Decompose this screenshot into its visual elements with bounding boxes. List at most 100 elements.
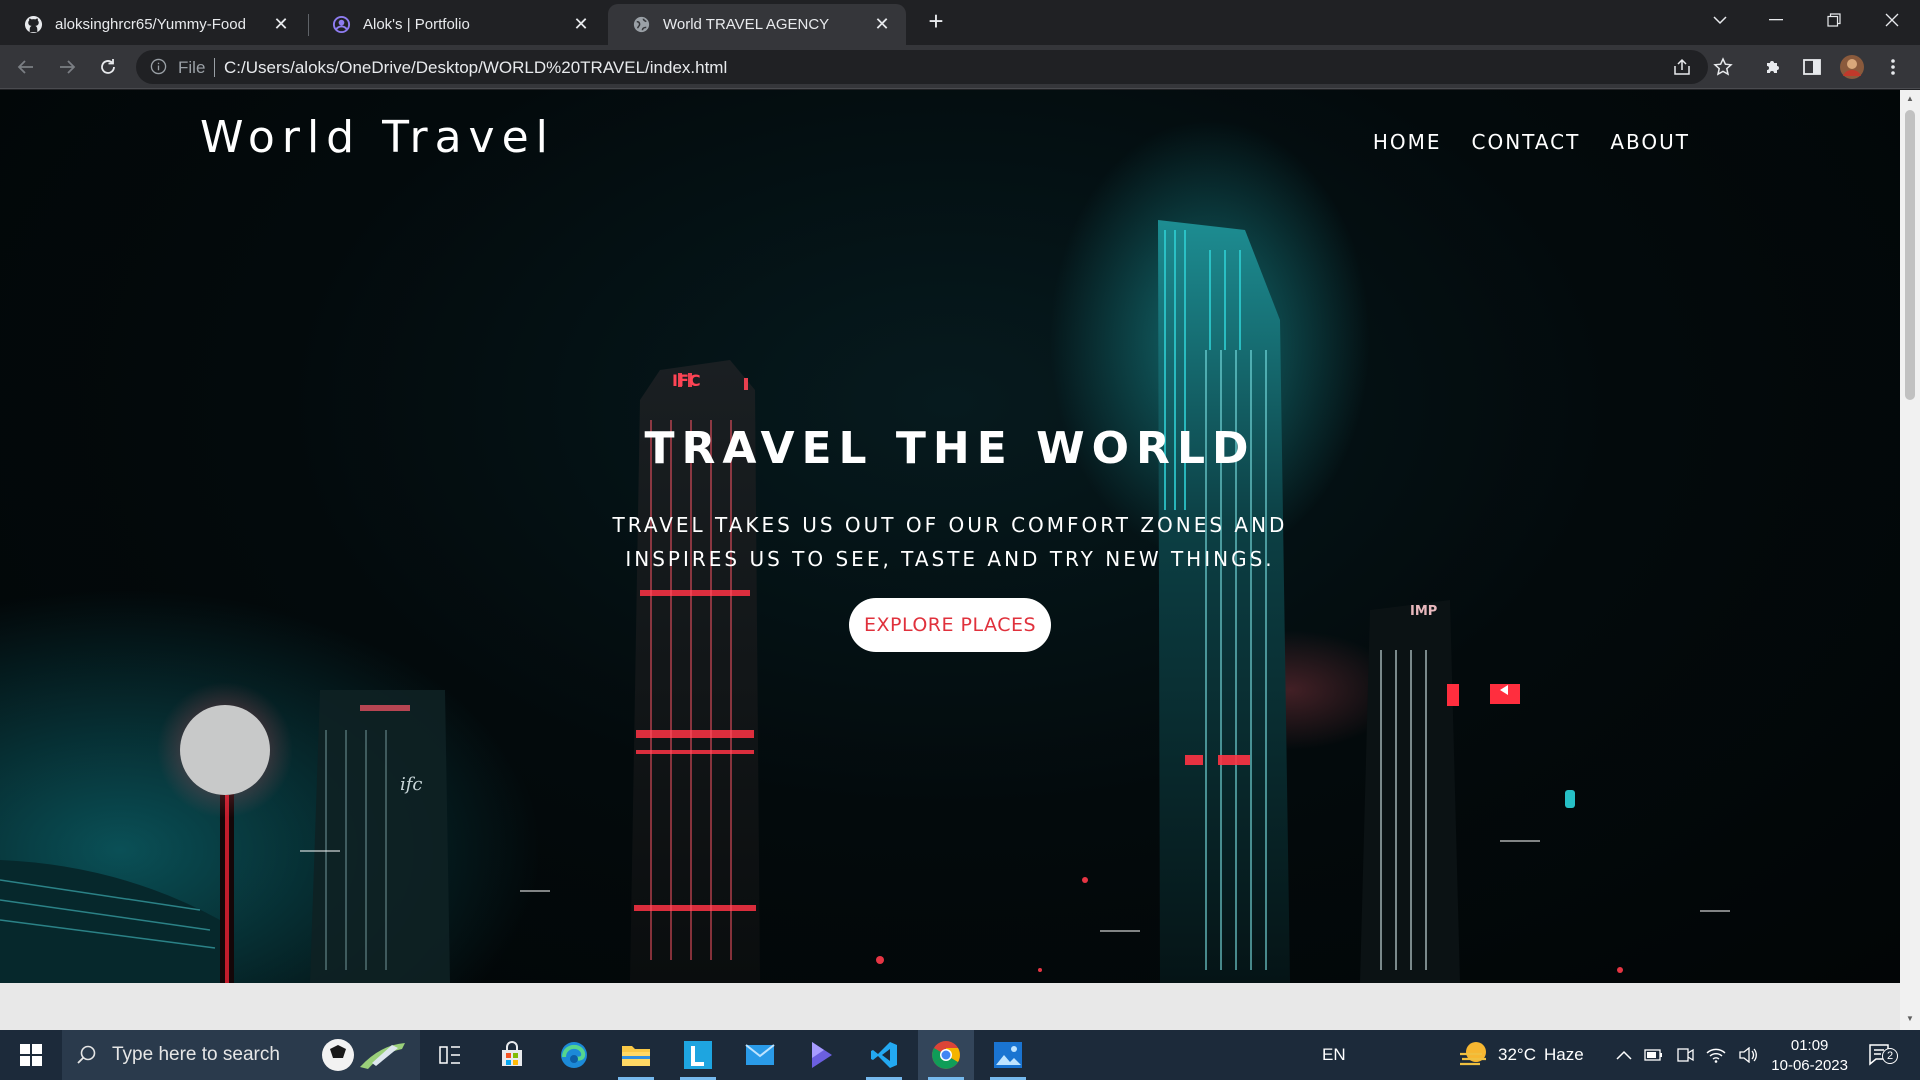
clock-time: 01:09 xyxy=(1790,1037,1829,1054)
taskbar-chrome[interactable] xyxy=(918,1030,974,1080)
imp-sign: IMP xyxy=(1410,604,1437,619)
profile-avatar[interactable] xyxy=(1838,53,1866,81)
chrome-icon xyxy=(932,1041,960,1069)
puzzle-icon xyxy=(1767,61,1779,73)
nav-about-link[interactable]: ABOUT xyxy=(1610,130,1690,154)
restore-icon xyxy=(1827,13,1841,27)
photos-icon xyxy=(994,1042,1022,1068)
store-icon xyxy=(502,1041,522,1066)
url-text[interactable]: C:/Users/aloks/OneDrive/Desktop/WORLD%20… xyxy=(224,58,727,78)
info-icon[interactable] xyxy=(150,58,167,80)
taskbar-photos[interactable] xyxy=(980,1030,1036,1080)
tagline-line-2: INSPIRES US TO SEE, TASTE AND TRY NEW TH… xyxy=(625,547,1275,571)
windows-icon xyxy=(20,1044,42,1066)
scroll-up-arrow-icon[interactable]: ▲ xyxy=(1905,94,1915,104)
reload-icon xyxy=(101,59,115,74)
scroll-down-arrow-icon[interactable]: ▼ xyxy=(1905,1014,1915,1024)
weather-condition: Haze xyxy=(1543,1045,1584,1064)
tab-title: World TRAVEL AGENCY xyxy=(663,16,830,33)
minimize-icon xyxy=(1769,19,1783,21)
chevron-up-icon[interactable] xyxy=(1616,1050,1632,1060)
taskbar-l-app[interactable] xyxy=(670,1030,726,1080)
language-indicator[interactable]: EN xyxy=(1322,1030,1346,1080)
meet-camera-icon[interactable] xyxy=(1676,1046,1694,1064)
bookmark-button[interactable] xyxy=(1709,53,1737,81)
address-bar[interactable]: File C:/Users/aloks/OneDrive/Desktop/WOR… xyxy=(136,50,1708,84)
l-app-icon xyxy=(684,1041,712,1069)
tab-portfolio[interactable]: Alok's | Portfolio ✕ xyxy=(308,4,605,45)
tab-yummy-food[interactable]: aloksinghrcr65/Yummy-Food ✕ xyxy=(0,4,305,45)
new-tab-button[interactable]: + xyxy=(922,8,950,36)
taskbar-clock[interactable]: 01:09 10-06-2023 xyxy=(1771,1036,1848,1076)
nav-contact-link[interactable]: CONTACT xyxy=(1472,130,1581,154)
folder-icon xyxy=(622,1046,650,1066)
tab-world-travel[interactable]: World TRAVEL AGENCY ✕ xyxy=(608,4,906,45)
system-tray xyxy=(1616,1030,1758,1080)
main-nav: HOME CONTACT ABOUT xyxy=(1373,130,1690,154)
scheme-label: File xyxy=(178,58,206,77)
minimize-button[interactable] xyxy=(1748,0,1804,40)
divider xyxy=(214,58,215,77)
close-icon[interactable]: ✕ xyxy=(571,14,591,35)
menu-button[interactable] xyxy=(1879,53,1907,81)
taskbar-vscode[interactable] xyxy=(856,1030,912,1080)
weather-haze-icon xyxy=(1460,1042,1486,1066)
tab-search-button[interactable] xyxy=(1692,0,1748,40)
taskbar-file-explorer[interactable] xyxy=(608,1030,664,1080)
search-icon xyxy=(77,1045,96,1064)
side-panel-icon xyxy=(1803,59,1821,75)
share-icon xyxy=(1674,58,1690,75)
nav-home-link[interactable]: HOME xyxy=(1373,130,1442,154)
weather-temp: 32°C xyxy=(1498,1045,1536,1064)
tab-title: Alok's | Portfolio xyxy=(363,16,470,33)
wifi-icon[interactable] xyxy=(1706,1047,1726,1063)
scrollbar-thumb[interactable] xyxy=(1905,110,1915,400)
close-window-button[interactable] xyxy=(1864,0,1920,40)
side-panel-button[interactable] xyxy=(1798,53,1826,81)
hero-headline: TRAVEL THE WORLD xyxy=(644,423,1256,474)
arrow-left-icon xyxy=(17,60,33,74)
ifc-small-sign: ifc xyxy=(400,774,423,795)
vscode-icon xyxy=(871,1042,897,1068)
kebab-menu-icon xyxy=(1891,59,1895,75)
task-view-button[interactable] xyxy=(422,1030,478,1080)
battery-icon[interactable] xyxy=(1644,1048,1664,1062)
forward-button[interactable] xyxy=(53,53,81,81)
reload-button[interactable] xyxy=(94,53,122,81)
taskbar-search[interactable]: Type here to search xyxy=(62,1030,420,1080)
share-button[interactable] xyxy=(1668,53,1696,81)
notification-center-button[interactable]: 2 xyxy=(1868,1030,1898,1080)
star-icon xyxy=(1713,57,1733,76)
tab-title: aloksinghrcr65/Yummy-Food xyxy=(55,16,246,33)
extensions-button[interactable] xyxy=(1759,53,1787,81)
restore-button[interactable] xyxy=(1806,0,1862,40)
windows-taskbar: Type here to search EN 32°C Haze 01:09 1… xyxy=(0,1030,1920,1080)
tagline-line-1: TRAVEL TAKES US OUT OF OUR COMFORT ZONES… xyxy=(612,513,1288,537)
notification-badge: 2 xyxy=(1882,1048,1898,1064)
power-automate-icon xyxy=(812,1042,832,1068)
taskbar-store[interactable] xyxy=(484,1030,540,1080)
close-icon[interactable]: ✕ xyxy=(872,14,892,35)
hero-tagline: TRAVEL TAKES US OUT OF OUR COMFORT ZONES… xyxy=(590,508,1310,576)
explore-places-button[interactable]: EXPLORE PLACES xyxy=(849,598,1051,652)
browser-toolbar: File C:/Users/aloks/OneDrive/Desktop/WOR… xyxy=(0,45,1920,89)
avatar-icon xyxy=(1840,55,1864,79)
globe-icon xyxy=(632,15,651,34)
close-icon[interactable]: ✕ xyxy=(271,14,291,35)
taskbar-power-automate[interactable] xyxy=(794,1030,850,1080)
weather-widget[interactable]: 32°C Haze xyxy=(1458,1030,1584,1080)
taskbar-edge[interactable] xyxy=(546,1030,602,1080)
github-icon xyxy=(24,15,43,34)
volume-icon[interactable] xyxy=(1738,1047,1758,1063)
edge-icon xyxy=(561,1042,587,1068)
browser-tab-strip: aloksinghrcr65/Yummy-Food ✕ Alok's | Por… xyxy=(0,0,1920,45)
close-icon xyxy=(1885,13,1899,27)
hero-section: IFC IMP ifc World Travel HOME CONTACT AB… xyxy=(0,90,1900,983)
back-button[interactable] xyxy=(12,53,40,81)
page-scrollbar[interactable]: ▲ ▼ xyxy=(1900,90,1920,1030)
taskbar-mail[interactable] xyxy=(732,1030,788,1080)
ifc-sign: IFC xyxy=(672,371,701,390)
chevron-down-icon xyxy=(1713,16,1727,25)
start-button[interactable] xyxy=(0,1030,62,1080)
site-logo[interactable]: World Travel xyxy=(200,112,555,163)
